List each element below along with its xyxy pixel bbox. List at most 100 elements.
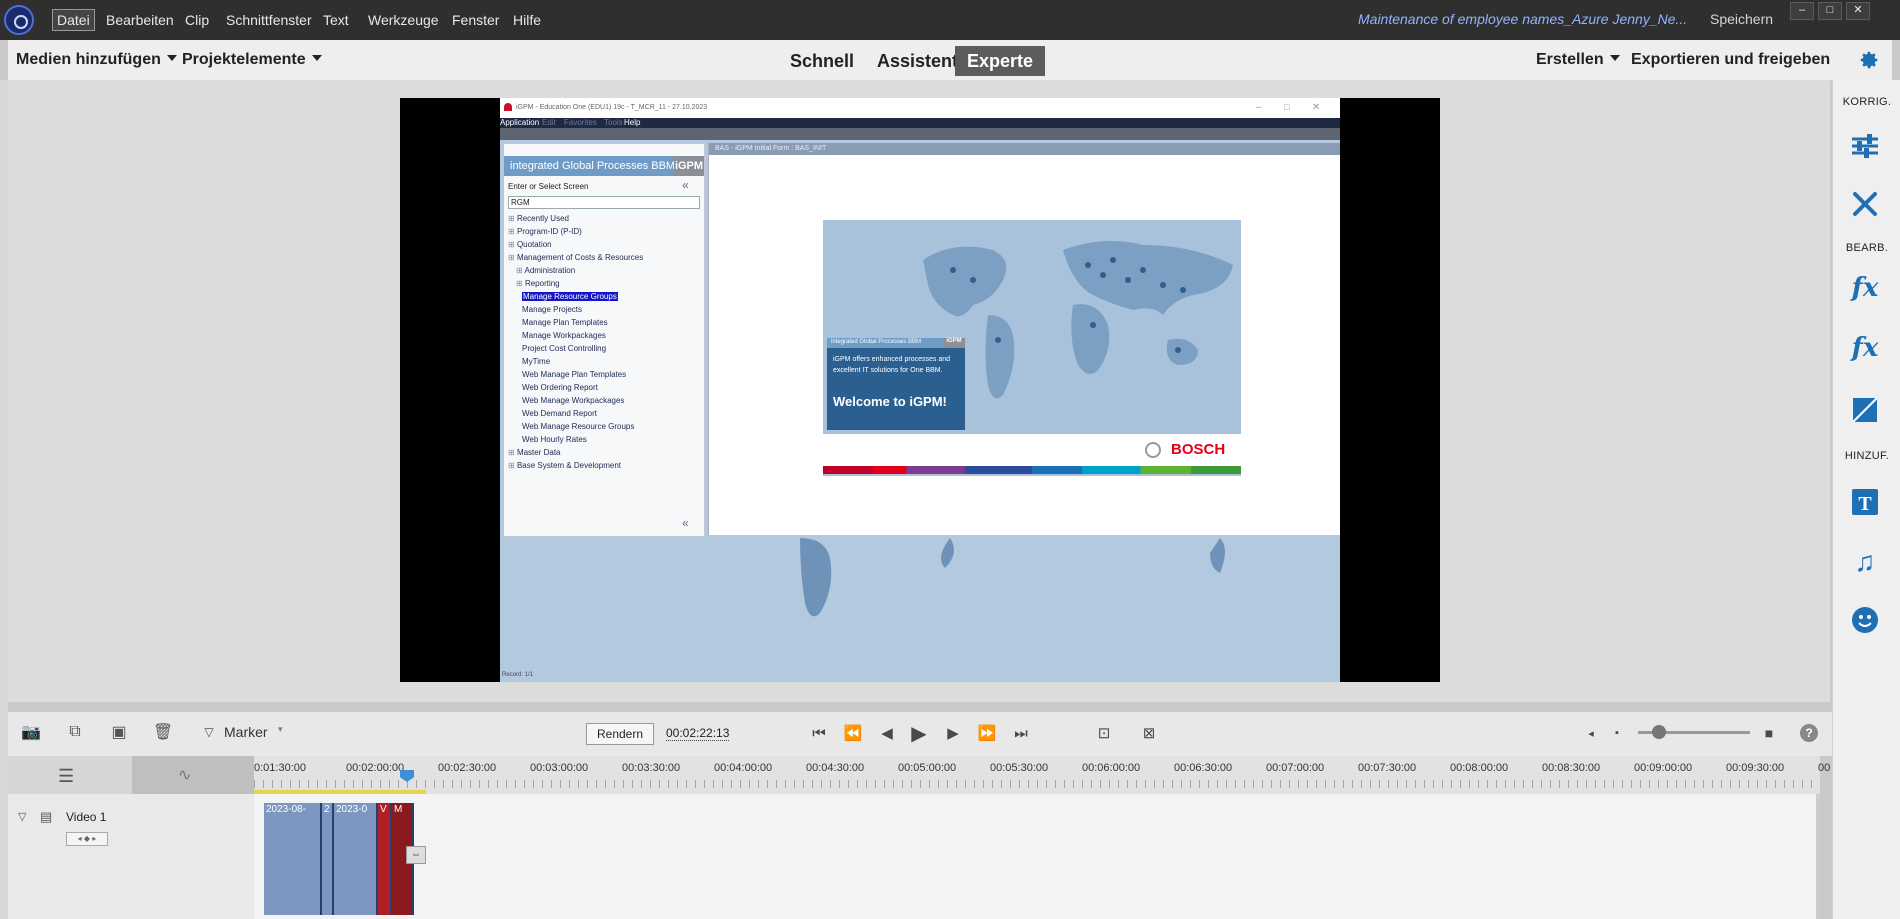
tree-item: Web Hourly Rates — [522, 435, 587, 444]
help-icon[interactable]: ? — [1800, 724, 1818, 742]
tab-experte[interactable]: Experte — [955, 46, 1046, 76]
frame-back-icon[interactable]: ◀ — [876, 722, 898, 744]
marker-label[interactable]: Marker — [224, 724, 268, 740]
tree-item-label: Web Manage Workpackages — [522, 396, 625, 405]
menu-fenster[interactable]: Fenster — [448, 10, 503, 30]
zoom-slider-handle[interactable] — [1652, 725, 1666, 739]
video-clip[interactable]: 2023-08- — [264, 803, 322, 915]
banner-badge: iGPM — [943, 338, 965, 348]
sliders-icon[interactable] — [1847, 128, 1883, 164]
save-button[interactable]: Speichern — [1710, 11, 1773, 27]
chevron-down-icon — [311, 55, 322, 61]
music-note-icon[interactable]: ♫ — [1847, 544, 1883, 580]
export-button[interactable]: Exportieren und freigeben — [1631, 51, 1830, 69]
render-preview-icon[interactable]: ⊡ — [1093, 722, 1115, 744]
igpm-main-title: BAS - iGPM Initial Form : BAS_INIT — [715, 145, 827, 152]
ruler-tick-label: 00:03:00:00 — [530, 762, 589, 774]
tree-item-label: Web Manage Resource Groups — [522, 422, 635, 431]
track-scrollbar[interactable] — [1816, 794, 1820, 919]
step-forward-icon[interactable]: ⏩ — [976, 722, 998, 744]
keyframe-nav[interactable]: ◂ ◆ ▸ — [66, 832, 108, 846]
tree-item-label: Quotation — [516, 240, 552, 249]
video-clip[interactable]: V — [378, 803, 392, 915]
menu-clip[interactable]: Clip — [181, 10, 213, 30]
tree-item: Web Manage Plan Templates — [522, 370, 626, 379]
timeline-ruler[interactable]: 0:01:30:00 00:02:00:00 00:02:30:00 00:03:00… — [254, 756, 1830, 794]
video-track — [254, 794, 1820, 919]
ruler-tick-label: 00:07:00:00 — [1266, 762, 1325, 774]
gear-icon[interactable] — [1858, 49, 1880, 71]
create-button[interactable]: Erstellen — [1536, 51, 1620, 69]
ruler-minor-ticks — [254, 780, 1820, 788]
marker-icon[interactable]: ▽ — [198, 721, 220, 743]
smart-trim-icon[interactable]: ▣ — [108, 721, 130, 743]
tab-schnell[interactable]: Schnell — [778, 46, 866, 76]
fit-timeline-icon[interactable]: ⊠ — [1138, 722, 1160, 744]
render-button[interactable]: Rendern — [586, 723, 654, 745]
video-clip[interactable]: 2 — [322, 803, 334, 915]
project-elements-button[interactable]: Projektelemente — [182, 51, 322, 69]
igpm-title-bar: iGPM - Education One (EDU1) 19c - T_MCR_… — [500, 98, 1340, 118]
smiley-icon[interactable] — [1847, 602, 1883, 638]
camera-icon[interactable]: 📷 — [20, 721, 42, 743]
tree-item: ⊞ Base System & Development — [508, 461, 621, 470]
ruler-tick-label: 00:06:30:00 — [1174, 762, 1233, 774]
close-button[interactable]: ✕ — [1846, 2, 1870, 20]
zoom-out-icon[interactable]: ◂ — [1580, 722, 1602, 744]
tree-item: Web Manage Resource Groups — [522, 422, 634, 431]
collapse-icon: « — [682, 178, 689, 192]
audio-toggle[interactable]: ∿ — [132, 756, 254, 794]
svg-text:T: T — [1858, 493, 1872, 515]
tree-item: MyTime — [522, 357, 550, 366]
marker-dropdown-icon[interactable]: ▾ — [278, 724, 283, 735]
create-label: Erstellen — [1536, 51, 1604, 68]
title-text-icon[interactable]: T — [1847, 484, 1883, 520]
tree-expander-icon: ⊞ — [516, 279, 525, 288]
fx-effects-icon[interactable]: fx — [1847, 330, 1883, 366]
tree-item: Web Demand Report — [522, 409, 597, 418]
video-clip[interactable]: 2023-0 — [334, 803, 378, 915]
trim-handle-icon[interactable]: ⇔ — [406, 846, 426, 864]
timecode-display[interactable]: 00:02:22:13 — [666, 726, 730, 741]
tree-item: Project Cost Controlling — [522, 344, 606, 353]
maximize-button[interactable]: □ — [1818, 2, 1842, 20]
menu-hilfe[interactable]: Hilfe — [509, 10, 545, 30]
tree-item: Web Manage Workpackages — [522, 396, 624, 405]
adjust-section-label: KORRIG. — [1842, 96, 1892, 108]
igpm-menu-bar: Application Edit Favorites Tools Help — [500, 118, 1340, 128]
record-status: Record: 1/1 — [502, 672, 534, 678]
app-logo-icon[interactable] — [4, 5, 34, 35]
frame-forward-icon[interactable]: ▶ — [942, 722, 964, 744]
menu-datei[interactable]: Datei — [52, 9, 95, 31]
add-media-button[interactable]: Medien hinzufügen — [16, 51, 177, 69]
trash-icon[interactable]: 🗑 — [152, 721, 174, 743]
ruler-tick-label: 00:06:00:00 — [1082, 762, 1141, 774]
rotate-icon[interactable]: ⧉ — [64, 721, 86, 743]
left-gutter — [0, 80, 8, 919]
menu-bearbeiten[interactable]: Bearbeiten — [102, 10, 178, 30]
go-to-end-icon[interactable]: ⏭ — [1010, 722, 1032, 744]
track-list-icon[interactable]: ☰ — [58, 766, 74, 787]
tree-expander-icon: ⊞ — [508, 461, 517, 470]
menu-werkzeuge[interactable]: Werkzeuge — [364, 10, 443, 30]
track-toggle-area: ☰ ∿ — [8, 756, 254, 794]
igpm-sidebar-header: integrated Global Processes BBM iGPM — [504, 156, 704, 176]
edit-section-label: BEARB. — [1845, 242, 1889, 254]
step-back-icon[interactable]: ⏪ — [842, 722, 864, 744]
tree-item: Manage Projects — [522, 305, 582, 314]
transition-icon[interactable] — [1847, 392, 1883, 428]
minimize-button[interactable]: – — [1790, 2, 1814, 20]
menu-schnittfenster[interactable]: Schnittfenster — [222, 10, 316, 30]
collapse-track-icon[interactable]: ▽ — [18, 810, 26, 823]
tools-icon[interactable] — [1847, 186, 1883, 222]
menu-text[interactable]: Text — [319, 10, 353, 30]
fx-edit-icon[interactable]: fx — [1847, 270, 1883, 306]
go-to-start-icon[interactable]: ⏮ — [808, 722, 830, 744]
igpm-badge: iGPM — [674, 156, 704, 176]
ruler-tick-label: 00 — [1818, 762, 1831, 774]
zoom-small-icon: ▪ — [1615, 727, 1619, 739]
play-icon[interactable]: ▶ — [908, 722, 930, 745]
ruler-tick-label: 00:09:00:00 — [1634, 762, 1693, 774]
tree-item: ⊞ Administration — [516, 266, 575, 275]
igpm-title: iGPM - Education One (EDU1) 19c - T_MCR_… — [516, 104, 708, 111]
